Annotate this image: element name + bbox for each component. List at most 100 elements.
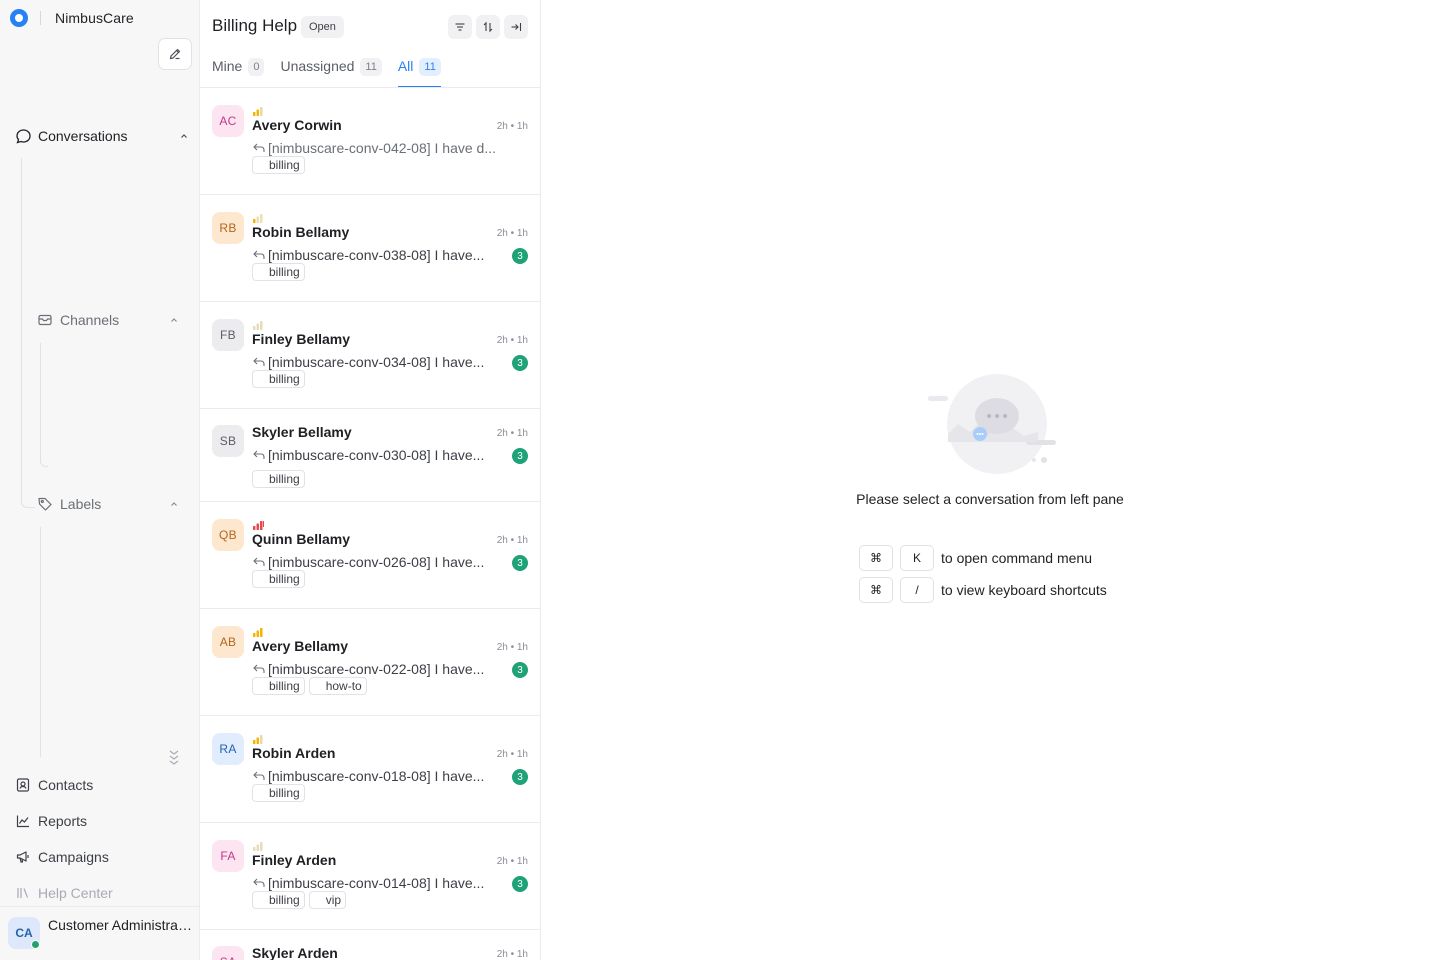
avatar: RA [212, 733, 244, 765]
avatar: SB [212, 425, 244, 457]
library-icon [14, 884, 32, 902]
compose-button[interactable] [158, 38, 192, 70]
chevron-up-icon[interactable] [168, 498, 180, 510]
conversation-item[interactable]: AC Avery Corwin 2h • 1h [nimbuscare-conv-04… [200, 88, 540, 195]
timestamp: 2h • 1h [496, 121, 528, 132]
message-text: [nimbuscare-conv-014-08] I have... [268, 875, 485, 891]
conversation-item[interactable]: FA Finley Arden 2h • 1h [nimbuscare-conv-01… [200, 823, 540, 930]
tab-label: Unassigned [280, 58, 355, 74]
unread-count-badge: 3 [512, 448, 528, 464]
brand-logo-icon [10, 9, 28, 27]
brand-name: NimbusCare [55, 10, 134, 26]
label-chip[interactable]: vip [308, 891, 347, 909]
label-chip[interactable]: billing [252, 784, 305, 802]
label-chip[interactable]: billing [252, 677, 305, 695]
line-chart-icon [14, 812, 32, 830]
contact-name: Finley Arden [252, 852, 337, 868]
empty-conversation-illustration [928, 374, 1056, 474]
tag-icon [36, 495, 54, 513]
timestamp: 2h • 1h [496, 428, 528, 439]
profile-menu[interactable]: CA Customer Administrator [0, 906, 199, 960]
nav-help-center-label: Help Center [38, 885, 113, 901]
chevron-up-icon[interactable] [168, 314, 180, 326]
label-list: billing how-to [252, 677, 371, 695]
timestamp: 2h • 1h [496, 228, 528, 239]
tab-count-badge: 11 [360, 58, 382, 76]
collapse-panel-button[interactable] [504, 15, 528, 39]
unread-count-badge: 3 [512, 769, 528, 785]
conversation-item[interactable]: QB Quinn Bellamy 2h • 1h [nimbuscare-conv-0… [200, 502, 540, 609]
nav-campaigns[interactable]: Campaigns [14, 847, 190, 867]
tab-label: All [397, 58, 414, 74]
priority-icon [252, 731, 264, 744]
label-chip[interactable]: billing [252, 470, 305, 488]
avatar: QB [212, 519, 244, 551]
conversation-item[interactable]: FB Finley Bellamy 2h • 1h [nimbuscare-conv-… [200, 302, 540, 409]
chat-bubble-icon [14, 127, 32, 145]
unread-count-badge: 3 [512, 876, 528, 892]
contact-name: Avery Corwin [252, 117, 342, 133]
double-chevron-down-icon[interactable] [167, 747, 181, 767]
unread-count-badge: 3 [512, 248, 528, 264]
pencil-icon [169, 48, 181, 60]
label-chip[interactable]: billing [252, 156, 305, 174]
key-cap: ⌘ [859, 545, 893, 571]
message-preview: [nimbuscare-conv-026-08] I have... [252, 554, 510, 570]
tree-connector [40, 457, 48, 467]
tab-all[interactable]: All 11 [397, 58, 441, 88]
label-list: billing [252, 784, 309, 802]
inbox-icon [36, 311, 54, 329]
tab-mine[interactable]: Mine 0 [212, 58, 265, 88]
tab-unassigned[interactable]: Unassigned 11 [280, 58, 382, 88]
contact-name: Quinn Bellamy [252, 531, 351, 547]
priority-icon [252, 317, 264, 330]
avatar: AC [212, 105, 244, 137]
label-list: billing vip [252, 891, 350, 909]
label-chip[interactable]: billing [252, 891, 305, 909]
contact-name: Skyler Bellamy [252, 424, 352, 440]
nav-reports[interactable]: Reports [14, 811, 190, 831]
priority-icon [252, 838, 264, 851]
label-list: billing [252, 570, 309, 588]
conversation-item[interactable]: RB Robin Bellamy 2h • 1h [nimbuscare-conv-0… [200, 195, 540, 302]
tree-connector [21, 498, 35, 508]
message-text: [nimbuscare-conv-030-08] I have... [268, 447, 485, 463]
nav-help-center[interactable]: Help Center [14, 883, 190, 903]
page-title: Billing Help [212, 16, 298, 35]
reply-arrow-icon [253, 450, 265, 459]
key-cap: K [900, 545, 934, 571]
reply-arrow-icon [253, 878, 265, 887]
nav-conversations[interactable]: Conversations [14, 127, 190, 145]
priority-icon [252, 103, 264, 116]
assignee-tabs: Mine 0 Unassigned 11 All 11 [212, 58, 457, 88]
nav-contacts[interactable]: Contacts [14, 775, 190, 795]
reply-arrow-icon [253, 664, 265, 673]
shortcut-description: to view keyboard shortcuts [941, 582, 1107, 598]
sort-button[interactable] [476, 15, 500, 39]
label-list: billing [252, 263, 309, 281]
label-chip[interactable]: how-to [308, 677, 367, 695]
avatar: RB [212, 212, 244, 244]
brand[interactable]: NimbusCare [10, 8, 134, 28]
status-badge[interactable]: Open [301, 16, 344, 38]
conversation-item[interactable]: RA Robin Arden 2h • 1h [nimbuscare-conv-018… [200, 716, 540, 823]
tab-count-badge: 11 [419, 58, 441, 76]
chevron-up-icon[interactable] [178, 130, 190, 142]
label-list: billing [252, 370, 309, 388]
empty-state-message: Please select a conversation from left p… [856, 491, 1124, 507]
message-text: [nimbuscare-conv-026-08] I have... [268, 554, 485, 570]
label-chip[interactable]: billing [252, 570, 305, 588]
nav-channels[interactable]: Channels [36, 311, 180, 329]
profile-name: Customer Administrator [48, 917, 194, 933]
message-preview: [nimbuscare-conv-042-08] I have d... [252, 140, 510, 156]
label-chip[interactable]: billing [252, 370, 305, 388]
message-preview: [nimbuscare-conv-014-08] I have... [252, 875, 510, 891]
label-chip[interactable]: billing [252, 263, 305, 281]
conversation-item[interactable]: SB Skyler Bellamy 2h • 1h [nimbuscare-conv-… [200, 409, 540, 502]
nav-labels[interactable]: Labels [36, 495, 180, 513]
timestamp: 2h • 1h [496, 949, 528, 960]
conversation-item[interactable]: AB Avery Bellamy 2h • 1h [nimbuscare-conv-0… [200, 609, 540, 716]
conversation-item[interactable]: SA Skyler Arden 2h • 1h [200, 930, 540, 960]
filter-button[interactable] [448, 15, 472, 39]
filter-icon [455, 23, 465, 31]
